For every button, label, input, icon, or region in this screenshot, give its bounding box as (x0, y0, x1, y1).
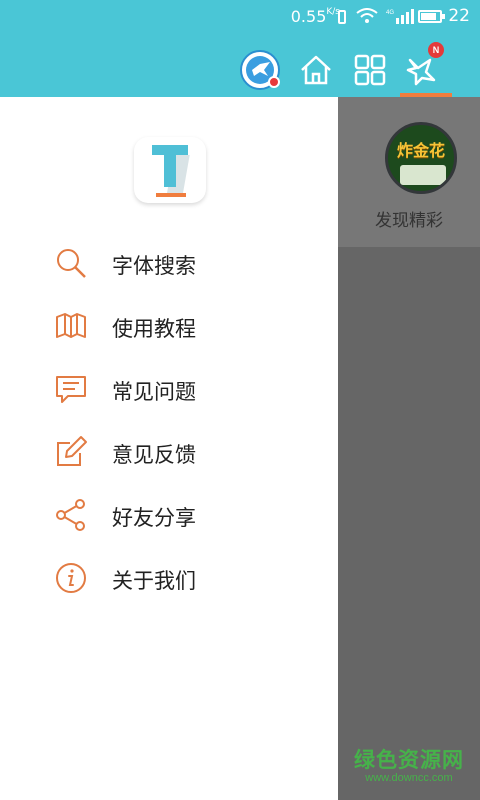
info-icon (56, 563, 86, 593)
menu-item-tutorial[interactable]: 使用教程 (0, 295, 338, 358)
battery-icon (418, 10, 445, 23)
menu-item-label: 意见反馈 (112, 443, 196, 467)
status-bar: 0.55K/s 4G 22 (0, 0, 480, 34)
cards-graphic (400, 165, 446, 185)
message-icon (56, 376, 86, 403)
home-icon[interactable] (296, 50, 336, 90)
notice-badge: N (428, 42, 444, 58)
search-icon (57, 249, 86, 278)
menu-item-about[interactable]: 关于我们 (0, 547, 338, 610)
watermark: 绿色资源网 www.downcc.com (338, 744, 480, 784)
svg-text:4G: 4G (386, 10, 394, 16)
wifi-icon (356, 8, 378, 23)
share-icon (56, 499, 85, 531)
watermark-main: 绿色资源网 (354, 748, 464, 772)
menu-item-label: 字体搜索 (112, 254, 196, 278)
menu-item-feedback[interactable]: 意见反馈 (0, 421, 338, 484)
avatar-status-dot (268, 76, 280, 88)
menu-item-label: 关于我们 (112, 569, 196, 593)
status-time: 22 (448, 6, 470, 26)
menu-item-label: 使用教程 (112, 317, 196, 341)
menu-item-font-search[interactable]: 字体搜索 (0, 232, 338, 295)
menu-item-faq[interactable]: 常见问题 (0, 358, 338, 421)
menu-item-share[interactable]: 好友分享 (0, 484, 338, 547)
discover-label: 发现精彩 (375, 211, 443, 231)
signal-icon: 4G (386, 9, 414, 24)
menu-item-label: 好友分享 (112, 506, 196, 530)
vibrate-icon (338, 10, 346, 24)
network-speed: 0.55K/s (290, 7, 340, 26)
book-icon (56, 313, 86, 338)
edit-icon (57, 436, 87, 466)
grid-icon[interactable] (350, 50, 390, 90)
menu-item-label: 常见问题 (112, 380, 196, 404)
app-header: 0.55K/s 4G 22 N (0, 0, 480, 97)
avatar-icon[interactable] (240, 50, 280, 90)
game-thumbnail[interactable]: 炸金花 (385, 122, 457, 194)
app-logo (134, 137, 206, 203)
game-title: 炸金花 (396, 141, 445, 160)
